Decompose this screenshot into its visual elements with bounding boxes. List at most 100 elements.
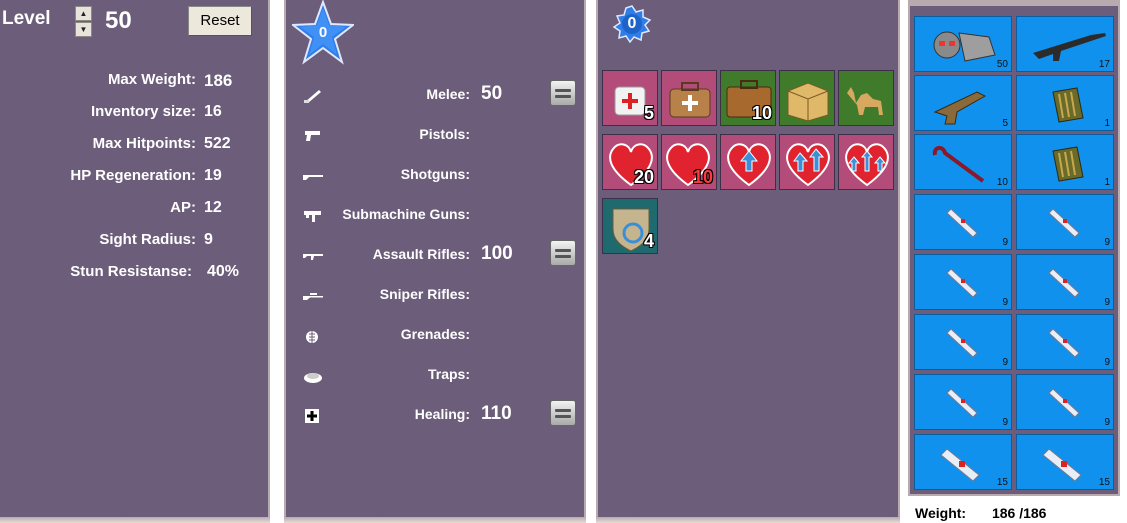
stimpak-icon [946, 388, 978, 418]
level-label: Level [2, 8, 51, 29]
item-quantity: 15 [1098, 477, 1110, 488]
weight-label: Weight: [915, 505, 967, 521]
perk-count: 20 [633, 167, 654, 187]
trap-icon [304, 373, 322, 383]
skill-points-star-icon: 0 [292, 0, 354, 66]
perk-heart-arrow-2[interactable] [779, 134, 835, 190]
item-quantity: 50 [996, 59, 1008, 70]
skill-label: Grenades: [400, 326, 470, 342]
crowbar-icon [932, 146, 985, 183]
inventory-slot-big-stimpak[interactable]: 15 [914, 434, 1012, 490]
camel-icon [847, 87, 883, 115]
skills-panel: 0 Melee: 50 Pistols: Shotguns: Submachin… [284, 0, 586, 523]
perk-heart[interactable]: 20 [602, 134, 658, 190]
perk-count: 10 [751, 103, 772, 123]
perk-shield-swirl[interactable]: 4 [602, 198, 658, 254]
assault-rifle-icon [1033, 33, 1106, 61]
skill-row: Assault Rifles: 100 [286, 240, 588, 280]
melee-upgrade-button[interactable] [550, 80, 576, 106]
item-quantity: 9 [1002, 357, 1008, 368]
skill-row: Healing: 110 [286, 400, 588, 440]
stat-value: 19 [204, 167, 222, 184]
skill-value: 100 [481, 243, 513, 264]
heart-arrow-up-icon [727, 143, 771, 187]
power-armor-icon [933, 31, 996, 62]
inventory-slot-crowbar[interactable]: 10 [914, 134, 1012, 190]
skill-label: Shotguns: [400, 166, 470, 182]
perk-heart-arrow-1[interactable] [720, 134, 776, 190]
inventory-slot-stimpak[interactable]: 9 [1016, 254, 1114, 310]
stat-row: HP Regeneration: 19 [0, 167, 270, 191]
stat-label: HP Regeneration: [70, 167, 196, 184]
item-quantity: 9 [1104, 297, 1110, 308]
inventory-slot-stimpak[interactable]: 9 [914, 314, 1012, 370]
inventory-slot-power-armor[interactable]: 50 [914, 16, 1012, 72]
assault-rifles-upgrade-button[interactable] [550, 240, 576, 266]
inventory-slot-stimpak[interactable]: 9 [1016, 194, 1114, 250]
stat-label: Max Weight: [107, 71, 196, 88]
stimpak-icon [946, 208, 978, 238]
inventory-slot-big-stimpak[interactable]: 15 [1016, 434, 1114, 490]
stat-row: Max Weight: 186 [0, 71, 270, 95]
skill-value: 110 [481, 403, 512, 424]
big-stimpak-icon [940, 448, 980, 482]
healing-upgrade-button[interactable] [550, 400, 576, 426]
skill-row: Pistols: [286, 120, 588, 160]
skill-label: Healing: [414, 406, 470, 422]
item-quantity: 1 [1104, 177, 1110, 188]
inventory-slot-stimpak[interactable]: 9 [1016, 314, 1114, 370]
inventory-slot-ammo-belt[interactable]: 1 [1016, 75, 1114, 131]
perk-heart-arrow-3[interactable] [838, 134, 894, 190]
perk-medical-bag[interactable]: 5 [602, 70, 658, 126]
stat-value: 186 [204, 71, 233, 90]
stimpak-icon [946, 328, 978, 358]
inventory-slot-stimpak[interactable]: 9 [1016, 374, 1114, 430]
stat-row: AP: 12 [0, 199, 270, 223]
stat-label: AP: [170, 199, 196, 216]
grenade-icon [306, 331, 318, 343]
stat-value: 9 [204, 231, 213, 248]
cardboard-box-icon [787, 82, 829, 122]
skill-label: Pistols: [419, 126, 470, 142]
shotgun-icon [303, 175, 323, 180]
perk-suitcase[interactable]: 10 [720, 70, 776, 126]
stat-value: 522 [204, 135, 231, 152]
item-quantity: 1 [1104, 118, 1110, 129]
perks-panel: 0 5 10 20 10 4 [596, 0, 900, 523]
perk-count: 10 [692, 167, 713, 187]
inventory-slot-heavy-pistol[interactable]: 5 [914, 75, 1012, 131]
perk-doctor-case[interactable] [661, 70, 717, 126]
knife-icon [304, 90, 321, 103]
perk-points-value: 0 [627, 15, 637, 32]
skill-label: Melee: [426, 86, 470, 102]
item-quantity: 9 [1002, 417, 1008, 428]
perk-heart-minus[interactable]: 10 [661, 134, 717, 190]
skill-label: Traps: [427, 366, 470, 382]
reset-button[interactable]: Reset [188, 6, 252, 36]
inventory-slot-stimpak[interactable]: 9 [914, 194, 1012, 250]
pistol-icon [305, 131, 320, 141]
big-stimpak-icon [1042, 448, 1082, 482]
skill-label: Submachine Guns: [342, 206, 470, 222]
inventory-slot-stimpak[interactable]: 9 [914, 374, 1012, 430]
level-down-arrow-icon[interactable]: ▼ [75, 22, 92, 37]
stimpak-icon [1048, 328, 1080, 358]
stimpak-icon [946, 268, 978, 298]
inventory-slot-ammo-belt[interactable]: 1 [1016, 134, 1114, 190]
perk-count: 4 [643, 231, 654, 251]
perk-cardboard-box[interactable] [779, 70, 835, 126]
smg-icon [304, 211, 321, 222]
level-spinner[interactable]: ▲ ▼ [75, 6, 92, 37]
perk-camel[interactable] [838, 70, 894, 126]
item-quantity: 9 [1104, 417, 1110, 428]
rifle-icon [303, 254, 323, 260]
level-up-arrow-icon[interactable]: ▲ [75, 6, 92, 21]
stimpak-icon [1048, 208, 1080, 238]
level-value: 50 [105, 7, 132, 34]
inventory-slot-assault-rifle[interactable]: 17 [1016, 16, 1114, 72]
stat-label: Sight Radius: [99, 231, 196, 248]
item-quantity: 5 [1002, 118, 1008, 129]
weight-row: Weight: 186 /186 [915, 505, 1046, 521]
skill-row: Melee: 50 [286, 80, 588, 120]
inventory-slot-stimpak[interactable]: 9 [914, 254, 1012, 310]
